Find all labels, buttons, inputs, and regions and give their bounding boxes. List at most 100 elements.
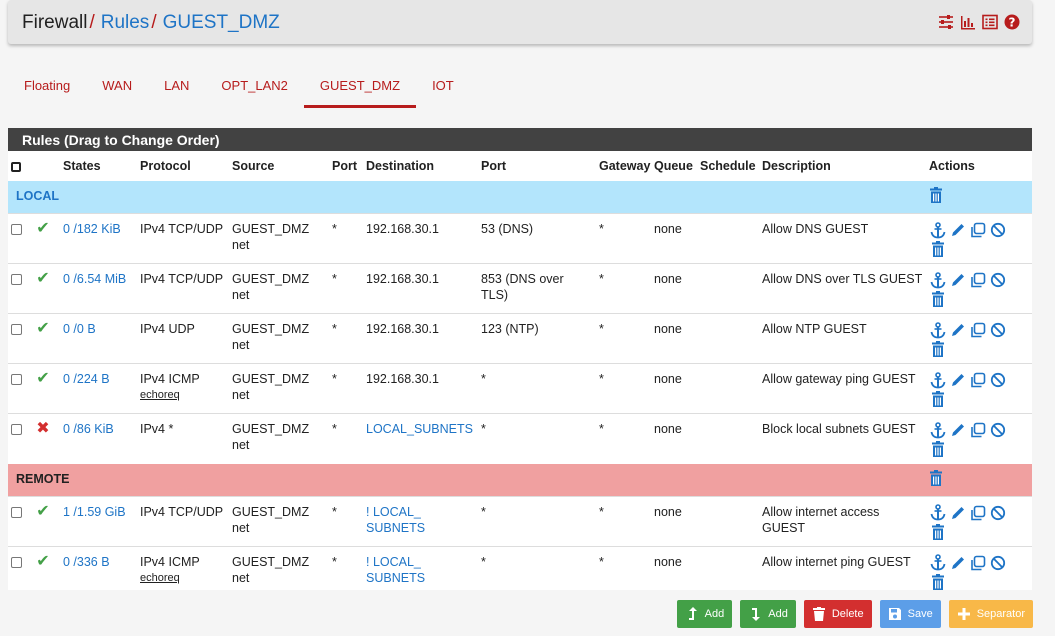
check-icon[interactable]: ✔ <box>35 271 51 287</box>
edit-pencil-icon[interactable] <box>949 371 967 389</box>
help-icon[interactable]: ? <box>1004 14 1020 30</box>
anchor-icon[interactable] <box>929 271 947 289</box>
edit-pencil-icon[interactable] <box>949 421 967 439</box>
row-checkbox[interactable] <box>11 324 22 335</box>
edit-pencil-icon[interactable] <box>949 504 967 522</box>
gateway: * <box>599 422 604 436</box>
anchor-icon[interactable] <box>929 504 947 522</box>
states-link[interactable]: 0 /224 B <box>63 372 110 386</box>
tab-guest_dmz[interactable]: GUEST_DMZ <box>303 72 417 108</box>
delete-trash-icon[interactable] <box>929 523 947 541</box>
delete-trash-icon[interactable] <box>929 390 947 408</box>
copy-icon[interactable] <box>969 421 987 439</box>
check-icon[interactable]: ✔ <box>35 221 51 237</box>
delete-trash-icon[interactable] <box>929 440 947 458</box>
anchor-icon[interactable] <box>929 421 947 439</box>
anchor-icon[interactable] <box>929 554 947 572</box>
separator-row-local[interactable]: LOCAL <box>8 181 1032 214</box>
protocol-subtype[interactable]: echoreq <box>140 387 226 403</box>
check-icon[interactable]: ✔ <box>35 371 51 387</box>
copy-icon[interactable] <box>969 271 987 289</box>
row-checkbox[interactable] <box>11 556 22 568</box>
delete-trash-icon[interactable] <box>929 340 947 358</box>
col-gateway: Gateway <box>599 159 651 173</box>
bar-chart-icon[interactable] <box>960 14 976 30</box>
row-checkbox[interactable] <box>11 424 22 435</box>
destination[interactable]: LOCAL_SUBNETS <box>366 422 473 436</box>
row-checkbox[interactable] <box>11 374 22 385</box>
queue: none <box>654 222 682 236</box>
table-row[interactable]: ✔ 1 /1.59 GiB IPv4 TCP/UDP GUEST_DMZ net * ! … <box>8 496 1032 546</box>
edit-pencil-icon[interactable] <box>949 321 967 339</box>
delete-separator-icon[interactable] <box>929 187 943 203</box>
table-row[interactable]: ✔ 0 /336 B IPv4 ICMP echoreq GUEST_DMZ net *!… <box>8 546 1032 596</box>
row-checkbox[interactable] <box>11 506 22 518</box>
check-icon[interactable]: ✔ <box>35 553 51 569</box>
edit-pencil-icon[interactable] <box>949 221 967 239</box>
disable-icon[interactable] <box>989 504 1007 522</box>
delete-trash-icon[interactable] <box>929 240 947 258</box>
table-row[interactable]: ✖ 0 /86 KiB IPv4 * GUEST_DMZ net * LOCAL_SUBN… <box>8 413 1032 464</box>
disable-icon[interactable] <box>989 221 1007 239</box>
save-button[interactable]: Save <box>879 600 941 628</box>
copy-icon[interactable] <box>969 504 987 522</box>
copy-icon[interactable] <box>969 554 987 572</box>
delete-separator-icon[interactable] <box>929 469 943 486</box>
delete-trash-icon[interactable] <box>929 290 947 308</box>
separator-label: LOCAL <box>8 181 926 214</box>
states-link[interactable]: 0 /86 KiB <box>63 422 114 436</box>
copy-icon[interactable] <box>969 371 987 389</box>
states-link[interactable]: 0 /182 KiB <box>63 222 121 236</box>
copy-icon[interactable] <box>969 221 987 239</box>
states-link[interactable]: 0 /0 B <box>63 322 96 336</box>
table-row[interactable]: ✔ 0 /224 B IPv4 ICMP echoreq GUEST_DMZ net * 1… <box>8 363 1032 414</box>
tab-wan[interactable]: WAN <box>86 72 148 108</box>
add-separator-button[interactable]: Separator <box>948 600 1033 628</box>
destination[interactable]: ! LOCAL_ SUBNETS <box>366 555 425 585</box>
breadcrumb-rules-link[interactable]: Rules <box>101 12 150 33</box>
row-checkbox[interactable] <box>11 274 22 285</box>
states-link[interactable]: 0 /6.54 MiB <box>63 272 126 286</box>
source: GUEST_DMZ net <box>232 554 310 585</box>
cross-icon[interactable]: ✖ <box>35 421 51 437</box>
states-link[interactable]: 0 /336 B <box>63 555 110 569</box>
anchor-icon[interactable] <box>929 321 947 339</box>
destination[interactable]: ! LOCAL_ SUBNETS <box>366 505 425 535</box>
states-link[interactable]: 1 /1.59 GiB <box>63 505 126 519</box>
disable-icon[interactable] <box>989 321 1007 339</box>
anchor-icon[interactable] <box>929 221 947 239</box>
delete-trash-icon[interactable] <box>929 573 947 591</box>
description: Allow internet access GUEST <box>762 504 880 535</box>
table-row[interactable]: ✔ 0 /0 B IPv4 UDP GUEST_DMZ net * 192.168.30.… <box>8 313 1032 364</box>
tab-iot[interactable]: IOT <box>416 72 470 108</box>
list-icon[interactable] <box>982 14 998 30</box>
tab-floating[interactable]: Floating <box>8 72 86 108</box>
table-row[interactable]: ✔ 0 /182 KiB IPv4 TCP/UDP GUEST_DMZ net * 192… <box>8 213 1032 264</box>
check-icon[interactable]: ✔ <box>35 503 51 519</box>
destination: 192.168.30.1 <box>366 222 439 236</box>
edit-pencil-icon[interactable] <box>949 554 967 572</box>
disable-icon[interactable] <box>989 554 1007 572</box>
disable-icon[interactable] <box>989 421 1007 439</box>
tab-opt_lan2[interactable]: OPT_LAN2 <box>205 72 303 108</box>
breadcrumb-current-link[interactable]: GUEST_DMZ <box>163 12 280 33</box>
edit-pencil-icon[interactable] <box>949 271 967 289</box>
disable-icon[interactable] <box>989 371 1007 389</box>
add-rule-top-button[interactable]: Add <box>676 600 733 628</box>
gateway: * <box>599 554 604 569</box>
delete-button[interactable]: Delete <box>803 600 872 628</box>
add-rule-bottom-button[interactable]: Add <box>740 600 796 628</box>
select-all-checkbox[interactable] <box>11 162 21 172</box>
check-icon[interactable]: ✔ <box>35 321 51 337</box>
row-checkbox[interactable] <box>11 224 22 235</box>
tab-lan[interactable]: LAN <box>148 72 205 108</box>
destination-port: * <box>481 504 486 519</box>
separator-row-remote[interactable]: REMOTE <box>8 463 1032 496</box>
anchor-icon[interactable] <box>929 371 947 389</box>
disable-icon[interactable] <box>989 271 1007 289</box>
table-row[interactable]: ✔ 0 /6.54 MiB IPv4 TCP/UDP GUEST_DMZ net * 19… <box>8 263 1032 314</box>
protocol-subtype[interactable]: echoreq <box>140 570 226 586</box>
copy-icon[interactable] <box>969 321 987 339</box>
protocol: IPv4 UDP <box>140 322 195 336</box>
sliders-icon[interactable] <box>938 14 954 30</box>
